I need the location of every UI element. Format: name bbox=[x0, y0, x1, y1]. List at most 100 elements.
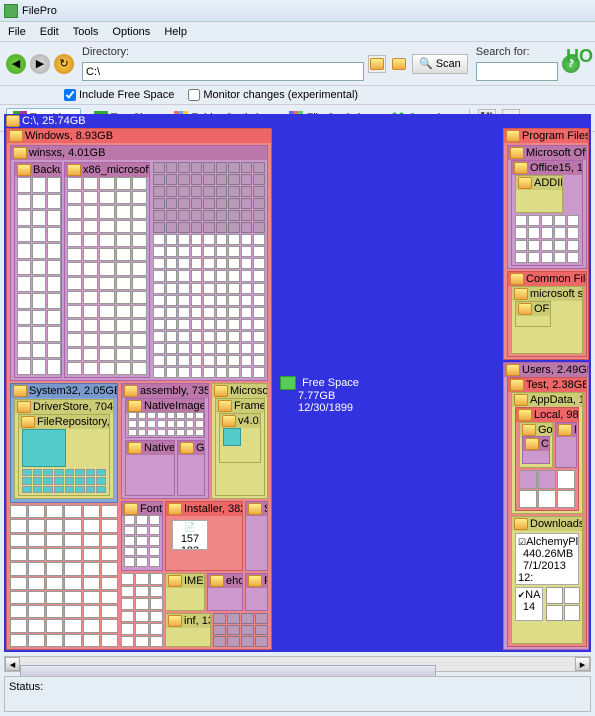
folder-inf-header: inf, 134 bbox=[166, 614, 210, 628]
folder-addins[interactable]: ADDINS bbox=[515, 175, 563, 213]
search-input[interactable] bbox=[476, 62, 558, 81]
folder-x86-header: x86_microsoft- bbox=[65, 163, 149, 177]
folder-v403-header: v4.0.3 bbox=[220, 414, 260, 428]
folder-progfiles[interactable]: Program Files, 3.96 Microsoft Office, Of… bbox=[503, 128, 589, 360]
folder-nativein-header: NativeIn bbox=[126, 441, 174, 455]
folder-ime-header: IME, 1 bbox=[166, 574, 204, 588]
menu-edit[interactable]: Edit bbox=[40, 26, 59, 38]
folder-spe[interactable]: Spe bbox=[245, 501, 268, 571]
folder-ga[interactable]: GA bbox=[177, 440, 205, 496]
scan-button[interactable]: 🔍 Scan bbox=[412, 54, 468, 74]
menu-file[interactable]: File bbox=[8, 26, 26, 38]
folder-msoffice-header: Microsoft Office, bbox=[508, 146, 586, 160]
folder-winsxs[interactable]: winsxs, 4.01GB Backup, x86_microsoft- bbox=[10, 145, 268, 381]
folder-commonfiles[interactable]: Common Files microsoft s OFFI bbox=[507, 271, 587, 357]
folder-filerepo-header: FileRepository, 70 bbox=[19, 415, 109, 429]
folder-mss-header: microsoft s bbox=[512, 287, 582, 301]
menu-tools[interactable]: Tools bbox=[73, 26, 99, 38]
app-icon bbox=[4, 4, 18, 18]
scroll-right-button[interactable]: ▸ bbox=[575, 657, 590, 671]
monitor-check[interactable]: Monitor changes (experimental) bbox=[188, 89, 358, 101]
folder-installer-header: Installer, 382. bbox=[166, 502, 242, 516]
folder-local[interactable]: Local, 982.15MB Googl Chr Micr bbox=[515, 407, 579, 511]
folder-appdata[interactable]: AppData, 1.25GB Local, 982.15MB Googl Ch… bbox=[511, 392, 583, 514]
folder-nativeimg[interactable]: NativeImages_v bbox=[125, 398, 205, 438]
folder-fonts-header: Fonts, bbox=[122, 502, 162, 516]
toolbar-nav: ◀ ▶ ↻ Directory: 🔍 Scan Search for: ? bbox=[0, 42, 595, 86]
file-alchemy[interactable]: ☑AlchemyPlay 440.26MB 7/1/2013 12: bbox=[515, 533, 579, 585]
dl-cells bbox=[546, 587, 580, 621]
folder-v403[interactable]: v4.0.3 bbox=[219, 413, 261, 463]
include-free-check[interactable]: Include Free Space bbox=[64, 89, 174, 101]
folder-chr[interactable]: Chr bbox=[522, 436, 550, 464]
include-free-label: Include Free Space bbox=[79, 89, 174, 101]
folder-users[interactable]: Users, 2.49GB Test, 2.38GB AppData, 1.25… bbox=[503, 362, 589, 650]
folder-system32[interactable]: System32, 2.05GB DriverStore, 704.77M Fi… bbox=[10, 383, 118, 503]
folder-msnet-header: Microsoft.N bbox=[212, 384, 267, 398]
folder-ehom[interactable]: ehom bbox=[207, 573, 243, 611]
folder-downloads[interactable]: Downloads, 76 ☑AlchemyPlay 440.26MB 7/1/… bbox=[511, 516, 583, 644]
folder-installer[interactable]: Installer, 382. 📄157183 bbox=[165, 501, 243, 571]
nativeimg-cells bbox=[128, 412, 204, 436]
horizontal-scrollbar[interactable]: ◂ ▸ bbox=[4, 656, 591, 672]
folder-windows[interactable]: Windows, 8.93GB winsxs, 4.01GB Backup, x… bbox=[6, 128, 272, 650]
installer-file[interactable]: 📄157183 bbox=[172, 520, 208, 550]
folder-users-header: Users, 2.49GB bbox=[504, 363, 588, 377]
folder-mss[interactable]: microsoft s OFFI bbox=[511, 286, 583, 354]
menu-help[interactable]: Help bbox=[164, 26, 187, 38]
app-title: FilePro bbox=[22, 5, 57, 17]
status-label: Status: bbox=[9, 681, 43, 693]
folder-appdata-header: AppData, 1.25GB bbox=[512, 393, 582, 407]
folder-msnet[interactable]: Microsoft.N Framewo v4.0.3 bbox=[211, 383, 268, 499]
folder-test-header: Test, 2.38GB bbox=[508, 378, 586, 392]
forward-button[interactable]: ▶ bbox=[30, 54, 50, 74]
fonts-cells bbox=[124, 515, 160, 567]
folder-filerepo[interactable]: FileRepository, 70 bbox=[18, 414, 110, 496]
folder-driverstore[interactable]: DriverStore, 704.77M FileRepository, 70 bbox=[14, 399, 114, 499]
folder-framewo[interactable]: Framewo v4.0.3 bbox=[215, 398, 265, 496]
dropdown-button[interactable] bbox=[368, 55, 386, 73]
backup-cells bbox=[17, 177, 61, 375]
folder-backup[interactable]: Backup, bbox=[14, 162, 62, 378]
folder-offi[interactable]: OFFI bbox=[515, 301, 551, 327]
folder-windows-header: Windows, 8.93GB bbox=[7, 129, 271, 143]
folder-inf[interactable]: inf, 134 bbox=[165, 613, 211, 647]
folder-assembly[interactable]: assembly, 735.77M NativeImages_v NativeI… bbox=[121, 383, 209, 499]
root-folder[interactable]: C:\, 25.74GB bbox=[4, 114, 591, 128]
folder-driverstore-header: DriverStore, 704.77M bbox=[15, 400, 113, 414]
directory-label: Directory: bbox=[82, 46, 129, 58]
browse-button[interactable] bbox=[390, 55, 408, 73]
folder-test[interactable]: Test, 2.38GB AppData, 1.25GB Local, 982.… bbox=[507, 377, 587, 647]
titlebar: FilePro bbox=[0, 0, 595, 22]
folder-ehom-header: ehom bbox=[208, 574, 242, 588]
folder-addins-header: ADDINS bbox=[516, 176, 562, 190]
menu-options[interactable]: Options bbox=[112, 26, 150, 38]
folder-nativein[interactable]: NativeIn bbox=[125, 440, 175, 496]
free-space-block[interactable]: Free Space 7.77GB 12/30/1899 bbox=[280, 376, 359, 414]
folder-micr-header: Micr bbox=[556, 423, 576, 437]
folder-msoffice[interactable]: Microsoft Office, Office15, 1,010. ADDIN… bbox=[507, 145, 587, 269]
folder-assembly-header: assembly, 735.77M bbox=[122, 384, 208, 398]
statusbar: Status: bbox=[4, 676, 591, 712]
winsxs-cells bbox=[153, 162, 265, 378]
folder-googl[interactable]: Googl Chr bbox=[519, 422, 553, 468]
scroll-left-button[interactable]: ◂ bbox=[5, 657, 20, 671]
folder-ime[interactable]: IME, 1 bbox=[165, 573, 205, 611]
folder-local-header: Local, 982.15MB bbox=[516, 408, 578, 422]
folder-fonts[interactable]: Fonts, bbox=[121, 501, 163, 571]
folder-office15[interactable]: Office15, 1,010. ADDINS bbox=[511, 160, 583, 266]
folder-x86[interactable]: x86_microsoft- bbox=[64, 162, 150, 378]
back-button[interactable]: ◀ bbox=[6, 54, 26, 74]
folder-p[interactable]: P bbox=[245, 573, 268, 611]
directory-input[interactable] bbox=[82, 62, 364, 81]
freespace-label: Free Space bbox=[302, 377, 359, 389]
folder-system32-header: System32, 2.05GB bbox=[11, 384, 117, 398]
file-na[interactable]: ✔NA14 bbox=[515, 587, 543, 621]
folder-downloads-header: Downloads, 76 bbox=[512, 517, 582, 531]
treemap-area[interactable]: C:\, 25.74GB Windows, 8.93GB winsxs, 4.0… bbox=[4, 114, 591, 652]
freespace-size: 7.77GB bbox=[298, 390, 335, 402]
folder-micr[interactable]: Micr bbox=[555, 422, 577, 468]
folder-ga-header: GA bbox=[178, 441, 204, 455]
up-button[interactable]: ↻ bbox=[54, 54, 74, 74]
folder-p-header: P bbox=[246, 574, 267, 588]
